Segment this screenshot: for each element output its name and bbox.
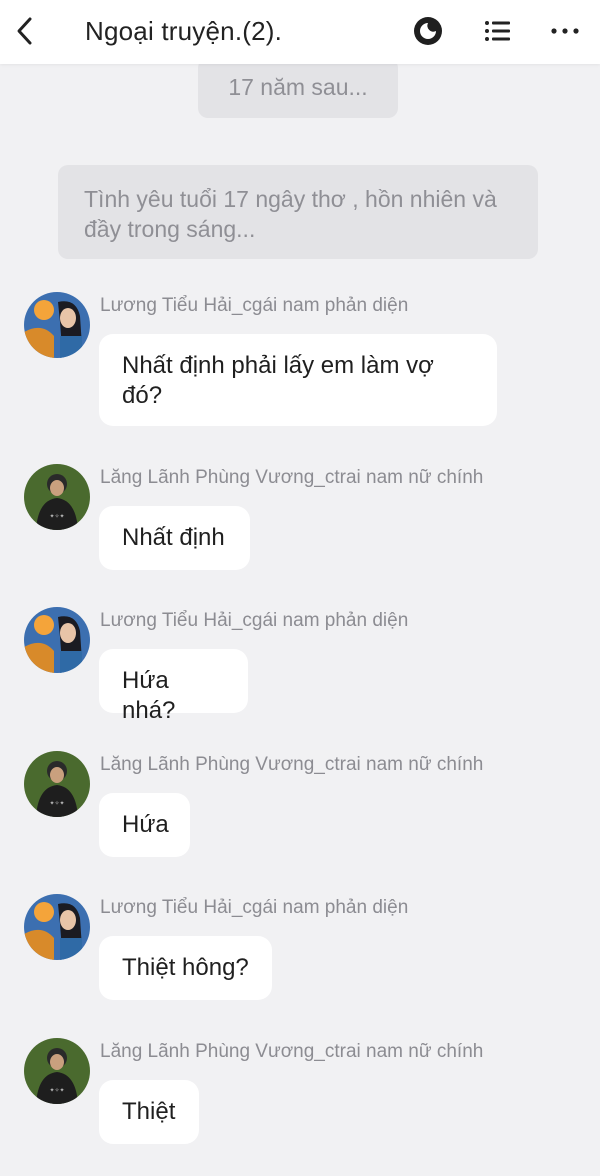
sender-name: Lương Tiểu Hải_cgái nam phản diện: [100, 295, 409, 316]
sender-name: Lương Tiểu Hải_cgái nam phản diện: [100, 610, 409, 631]
girl-avatar[interactable]: [24, 894, 90, 960]
more-icon[interactable]: [548, 14, 582, 48]
message-bubble: Hứa: [99, 793, 190, 857]
top-bar: Ngoại truyện.(2).: [0, 0, 600, 64]
boy-avatar[interactable]: ✦✧✦: [24, 464, 90, 530]
page-title: Ngoại truyện.(2).: [85, 16, 283, 46]
system-message: Tình yêu tuổi 17 ngây thơ , hồn nhiên và…: [58, 165, 538, 259]
boy-avatar[interactable]: ✦✧✦: [24, 1038, 90, 1104]
sender-name: Lương Tiểu Hải_cgái nam phản diện: [100, 897, 409, 918]
message-bubble: Nhất định: [99, 506, 250, 570]
chapter-list-icon[interactable]: [480, 14, 514, 48]
boy-avatar[interactable]: ✦✧✦: [24, 751, 90, 817]
system-message: 17 năm sau...: [198, 58, 398, 118]
sender-name: Lăng Lãnh Phùng Vương_ctrai nam nữ chính: [100, 1041, 484, 1062]
sender-name: Lăng Lãnh Phùng Vương_ctrai nam nữ chính: [100, 467, 484, 488]
message-bubble: Nhất định phải lấy em làm vợ đó?: [99, 334, 497, 426]
message-bubble: Thiệt hông?: [99, 936, 272, 1000]
sender-name: Lăng Lãnh Phùng Vương_ctrai nam nữ chính: [100, 754, 484, 775]
girl-avatar[interactable]: [24, 292, 90, 358]
night-mode-icon[interactable]: [411, 14, 445, 48]
svg-text:✦✧✦: ✦✧✦: [49, 513, 64, 520]
message-bubble: Thiệt: [99, 1080, 199, 1144]
svg-text:✦✧✦: ✦✧✦: [49, 800, 64, 807]
girl-avatar[interactable]: [24, 607, 90, 673]
back-icon[interactable]: [10, 12, 42, 50]
message-bubble: Hứa nhá?: [99, 649, 248, 724]
svg-text:✦✧✦: ✦✧✦: [49, 1087, 64, 1094]
